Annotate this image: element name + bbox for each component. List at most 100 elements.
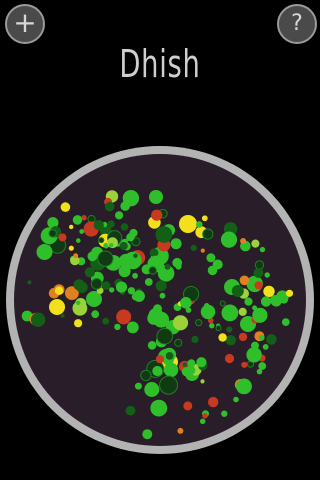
petri-dish-canvas[interactable] [4,144,316,456]
cell [263,285,275,298]
cell [134,382,142,390]
cell [109,287,115,293]
cell [190,244,197,251]
cell [156,328,173,345]
petri-dish[interactable] [4,144,316,456]
cell [202,413,208,419]
cell [76,238,81,243]
cell [262,344,269,350]
cell [260,296,272,307]
cell [187,359,196,368]
cell [91,310,100,319]
cell-large-yellow [179,215,197,233]
cell [127,287,136,295]
cell [119,241,128,251]
cell-large-green [149,190,163,204]
cell [199,418,206,425]
cell [201,215,208,222]
cell [209,323,215,329]
cell [233,396,239,403]
cell [147,311,161,325]
cell [74,319,83,328]
cell [254,281,263,290]
cell [27,280,32,285]
cell [215,325,222,332]
cell [60,202,71,212]
cell [165,352,174,360]
cell [279,295,289,304]
add-button[interactable]: + [5,4,45,44]
cell [174,338,183,347]
cell [219,300,226,307]
cell [118,253,134,269]
cell [115,281,128,293]
cell [258,334,265,341]
cell [69,224,74,230]
cell [239,275,250,286]
cell [191,335,199,343]
cell [221,304,239,322]
cell [97,250,114,267]
cell [159,375,179,395]
cell [252,307,268,323]
cell [196,221,203,228]
cell [238,332,248,342]
cell [212,259,223,270]
cell [132,272,139,279]
cell [175,263,182,270]
cell [73,253,79,259]
cell [264,272,270,278]
cell [196,357,207,368]
cell [142,429,153,440]
cell [144,278,153,286]
cell [180,297,192,309]
cell [151,209,163,221]
cell [224,353,235,364]
cell-large-yellow [49,299,65,315]
cell [202,228,214,240]
cell [79,229,85,234]
cell [133,253,138,259]
cell [208,396,219,408]
cell [177,427,184,434]
cell [102,317,110,325]
cell [129,228,138,238]
cell [200,304,216,320]
cell [147,341,157,350]
cell [120,223,129,231]
cell [183,401,193,411]
cell [259,246,266,253]
cell [251,239,260,248]
cell [148,266,157,275]
cell [236,378,252,395]
cell [121,270,128,277]
cell [240,238,247,244]
cell [285,289,294,297]
cell [200,379,205,384]
cell [114,323,121,331]
cell [101,281,111,290]
cell [181,367,191,377]
cell [116,309,132,325]
cell [87,251,98,262]
cell [30,312,46,327]
cell [231,285,244,297]
cell [84,267,95,278]
cell [246,347,262,363]
cell [149,248,159,257]
cell [153,304,162,314]
cell [152,365,163,377]
cell [109,243,114,248]
cell [140,369,152,382]
cell [128,192,134,197]
cell [195,319,203,327]
cell [76,281,88,293]
cell [54,286,64,295]
cell [90,278,103,290]
cell [266,334,277,345]
help-button[interactable]: ? [277,4,317,44]
cell [225,335,236,346]
cell [281,318,290,326]
cell [221,410,228,417]
cell [182,362,188,367]
